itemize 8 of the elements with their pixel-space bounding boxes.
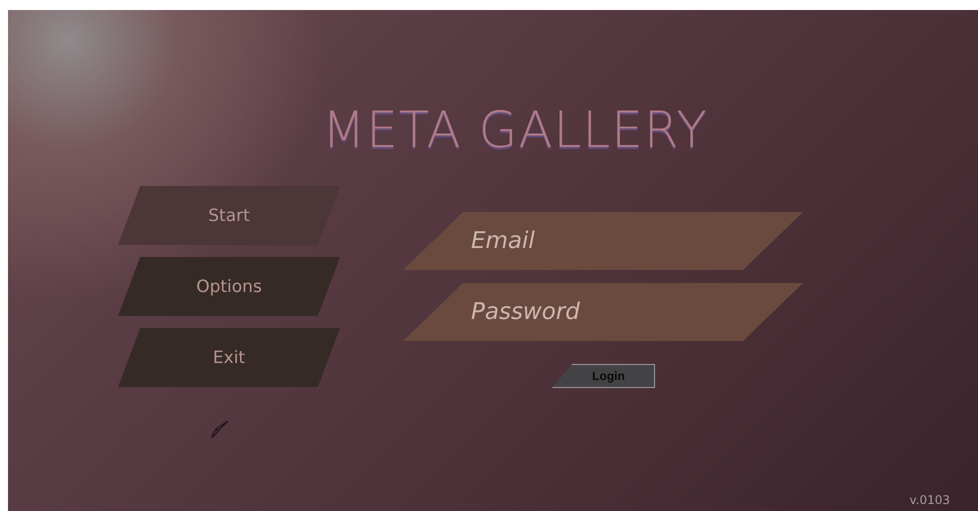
brush-icon	[210, 419, 230, 439]
menu-button[interactable]: Exit	[118, 328, 340, 387]
menu-button[interactable]: Start	[118, 186, 340, 245]
version-label: v.0103	[909, 493, 950, 507]
game-title: META GALLERY	[322, 102, 708, 158]
menu-button[interactable]: Options	[118, 257, 340, 316]
input-field[interactable]: Email	[403, 212, 803, 270]
input-field[interactable]: Password	[403, 283, 803, 341]
